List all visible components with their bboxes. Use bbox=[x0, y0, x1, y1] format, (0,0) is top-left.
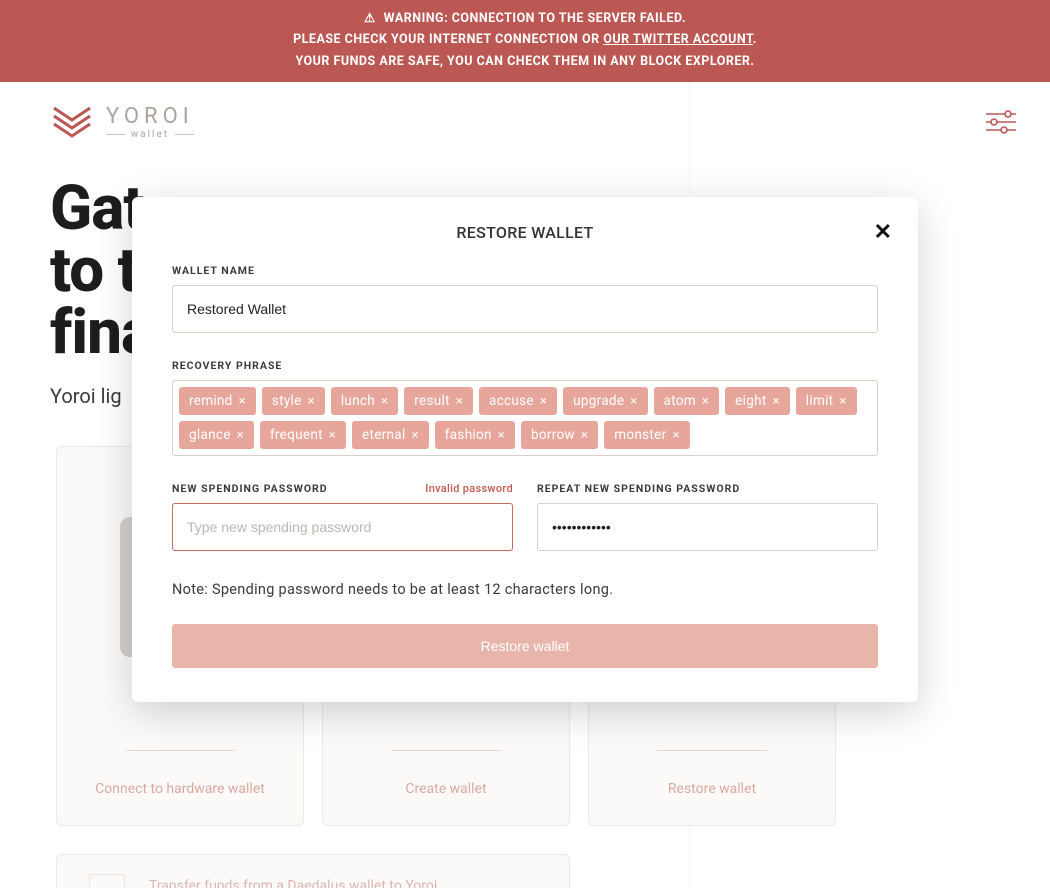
phrase-chip-limit[interactable]: limit × bbox=[796, 387, 857, 415]
phrase-chip-monster[interactable]: monster × bbox=[604, 421, 689, 449]
phrase-word: limit bbox=[806, 393, 834, 409]
close-icon[interactable]: ✕ bbox=[874, 219, 892, 245]
phrase-word: eight bbox=[735, 393, 766, 409]
password-note: Note: Spending password needs to be at l… bbox=[172, 581, 878, 598]
phrase-word: borrow bbox=[531, 427, 575, 443]
new-password-error: Invalid password bbox=[425, 482, 513, 495]
remove-word-icon[interactable]: × bbox=[672, 428, 679, 443]
recovery-phrase-label: RECOVERY PHRASE bbox=[172, 359, 878, 372]
remove-word-icon[interactable]: × bbox=[329, 428, 336, 443]
repeat-password-label: REPEAT NEW SPENDING PASSWORD bbox=[537, 482, 878, 495]
phrase-chip-upgrade[interactable]: upgrade × bbox=[563, 387, 647, 415]
remove-word-icon[interactable]: × bbox=[498, 428, 505, 443]
wallet-name-input[interactable] bbox=[172, 285, 878, 333]
phrase-word: remind bbox=[189, 393, 233, 409]
restore-wallet-button[interactable]: Restore wallet bbox=[172, 624, 878, 668]
phrase-word: monster bbox=[614, 427, 666, 443]
phrase-word: style bbox=[272, 393, 302, 409]
remove-word-icon[interactable]: × bbox=[773, 394, 780, 409]
phrase-word: glance bbox=[189, 427, 231, 443]
phrase-chip-lunch[interactable]: lunch × bbox=[331, 387, 398, 415]
phrase-word: lunch bbox=[341, 393, 375, 409]
phrase-chip-borrow[interactable]: borrow × bbox=[521, 421, 598, 449]
remove-word-icon[interactable]: × bbox=[581, 428, 588, 443]
phrase-chip-eternal[interactable]: eternal × bbox=[352, 421, 429, 449]
phrase-word: frequent bbox=[270, 427, 323, 443]
phrase-chip-atom[interactable]: atom × bbox=[654, 387, 720, 415]
phrase-word: fashion bbox=[445, 427, 492, 443]
phrase-word: eternal bbox=[362, 427, 406, 443]
remove-word-icon[interactable]: × bbox=[381, 394, 388, 409]
remove-word-icon[interactable]: × bbox=[308, 394, 315, 409]
phrase-word: accuse bbox=[489, 393, 534, 409]
phrase-chip-fashion[interactable]: fashion × bbox=[435, 421, 515, 449]
new-password-input[interactable] bbox=[172, 503, 513, 551]
new-password-label: NEW SPENDING PASSWORD Invalid password bbox=[172, 482, 513, 495]
phrase-chip-remind[interactable]: remind × bbox=[179, 387, 256, 415]
restore-wallet-modal: RESTORE WALLET ✕ WALLET NAME RECOVERY PH… bbox=[132, 197, 918, 702]
remove-word-icon[interactable]: × bbox=[540, 394, 547, 409]
phrase-chip-eight[interactable]: eight × bbox=[725, 387, 790, 415]
remove-word-icon[interactable]: × bbox=[702, 394, 709, 409]
remove-word-icon[interactable]: × bbox=[237, 428, 244, 443]
phrase-chip-accuse[interactable]: accuse × bbox=[479, 387, 557, 415]
phrase-chip-style[interactable]: style × bbox=[262, 387, 325, 415]
remove-word-icon[interactable]: × bbox=[456, 394, 463, 409]
phrase-chip-glance[interactable]: glance × bbox=[179, 421, 254, 449]
phrase-chip-result[interactable]: result × bbox=[404, 387, 473, 415]
phrase-chip-frequent[interactable]: frequent × bbox=[260, 421, 346, 449]
phrase-word: result bbox=[414, 393, 450, 409]
phrase-word: atom bbox=[664, 393, 696, 409]
recovery-phrase-box[interactable]: remind×style×lunch×result×accuse×upgrade… bbox=[172, 380, 878, 456]
remove-word-icon[interactable]: × bbox=[412, 428, 419, 443]
remove-word-icon[interactable]: × bbox=[630, 394, 637, 409]
phrase-word: upgrade bbox=[573, 393, 624, 409]
repeat-password-input[interactable] bbox=[537, 503, 878, 551]
wallet-name-label: WALLET NAME bbox=[172, 264, 878, 277]
remove-word-icon[interactable]: × bbox=[839, 394, 846, 409]
remove-word-icon[interactable]: × bbox=[239, 394, 246, 409]
modal-title: RESTORE WALLET bbox=[172, 223, 878, 242]
